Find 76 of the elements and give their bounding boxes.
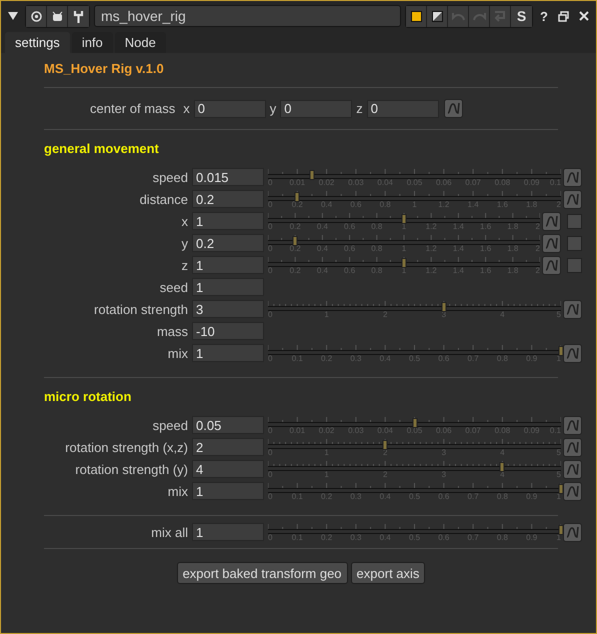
tab[interactable]: info — [72, 32, 113, 53]
slider-handle[interactable] — [441, 302, 446, 312]
field-label: mix all — [150, 524, 189, 540]
input-field[interactable]: 0.015 — [192, 168, 264, 186]
field-label: center of mass — [90, 101, 176, 116]
slider-handle[interactable] — [309, 170, 314, 180]
animation-button[interactable] — [542, 212, 561, 230]
section-heading: general movement — [44, 140, 160, 158]
export-button[interactable]: export baked transform geo — [176, 562, 348, 584]
input-field[interactable]: 1 — [192, 482, 264, 500]
axis-label: z — [355, 101, 364, 116]
field-label: rotation strength (y) — [74, 462, 189, 476]
input-field[interactable]: 2 — [192, 438, 264, 456]
slider-handle[interactable] — [382, 440, 388, 450]
input-field[interactable]: 1 — [192, 256, 264, 274]
input-field[interactable]: -10 — [192, 322, 264, 340]
input-field[interactable]: 0.2 — [192, 190, 264, 208]
animation-button[interactable] — [444, 99, 463, 118]
input-field[interactable]: 1 — [192, 344, 264, 362]
checkbox[interactable] — [567, 236, 582, 250]
slider-handle[interactable] — [500, 462, 505, 472]
field-label: distance — [138, 192, 189, 206]
axis-label: x — [182, 101, 191, 116]
animation-button[interactable] — [563, 522, 582, 542]
animation-button[interactable] — [563, 460, 582, 478]
field-label: z — [180, 258, 189, 272]
field-label: speed — [152, 170, 189, 184]
input-field[interactable]: 1 — [192, 278, 264, 296]
checkbox[interactable] — [567, 214, 582, 228]
target-icon[interactable] — [26, 6, 47, 26]
input-field[interactable]: 0 — [366, 100, 439, 118]
field-label: speed — [152, 418, 189, 432]
axis-label: y — [268, 101, 278, 116]
field-label: rotation strength — [93, 302, 189, 316]
section-heading: micro rotation — [44, 388, 132, 406]
slider-handle[interactable] — [402, 214, 406, 224]
animation-button[interactable] — [542, 256, 561, 274]
field-label: rotation strength (x,z) — [64, 440, 189, 454]
input-field[interactable]: 4 — [192, 460, 264, 478]
field-label: mix — [166, 346, 189, 360]
color-swatch[interactable] — [406, 6, 428, 26]
input-field[interactable]: 0 — [280, 100, 352, 118]
checkbox[interactable] — [567, 258, 582, 272]
slider-handle[interactable] — [294, 192, 300, 202]
slider-handle[interactable] — [402, 258, 406, 268]
animation-button[interactable] — [563, 344, 582, 362]
slider-handle[interactable] — [292, 236, 298, 246]
input-field[interactable]: 0.05 — [192, 416, 264, 434]
input-field[interactable]: 0 — [194, 100, 266, 118]
slider-handle[interactable] — [412, 418, 417, 428]
slider-handle[interactable] — [558, 346, 564, 356]
slider-handle[interactable] — [558, 525, 564, 535]
animation-button[interactable] — [563, 168, 582, 186]
input-field[interactable]: 0.2 — [192, 234, 264, 252]
tab[interactable]: settings — [5, 32, 70, 53]
animation-button[interactable] — [563, 438, 582, 456]
animation-button[interactable] — [563, 190, 582, 208]
input-field[interactable]: 1 — [192, 523, 264, 541]
animation-button[interactable] — [542, 234, 561, 252]
help-button[interactable]: ? — [537, 8, 551, 24]
panel-title: MS_Hover Rig v.1.0 — [44, 60, 165, 78]
field-label: x — [180, 214, 189, 228]
field-label: seed — [158, 280, 189, 294]
animation-button[interactable] — [563, 416, 582, 434]
field-label: y — [180, 236, 189, 250]
collapse-icon[interactable] — [5, 12, 21, 20]
animation-button[interactable] — [563, 300, 582, 318]
field-label: mass — [156, 324, 189, 338]
slider-handle[interactable] — [558, 484, 564, 494]
tab[interactable]: Node — [114, 32, 166, 53]
export-button[interactable]: export axis — [350, 562, 426, 584]
input-field[interactable]: 3 — [192, 300, 264, 318]
node-name-field[interactable]: ms_hover_rig — [94, 5, 402, 27]
field-label: mix — [166, 484, 189, 498]
input-field[interactable]: 1 — [192, 212, 264, 230]
animation-button[interactable] — [563, 482, 582, 500]
